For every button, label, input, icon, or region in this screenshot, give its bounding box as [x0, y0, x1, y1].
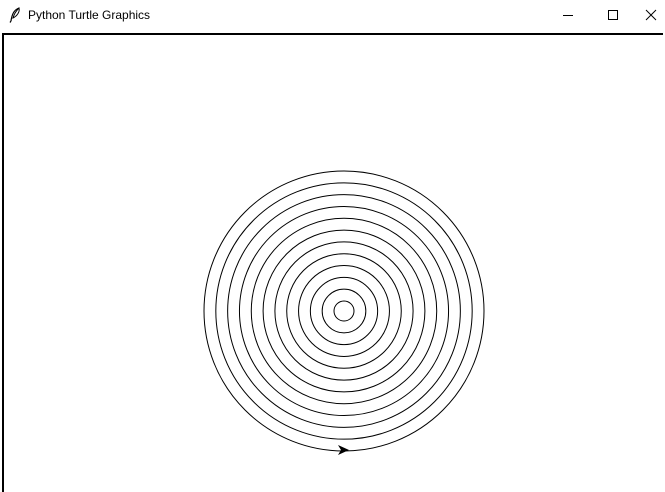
maximize-icon: [608, 10, 618, 20]
circle-ring: [262, 229, 426, 393]
circle-ring: [215, 182, 473, 440]
circle-ring: [274, 241, 414, 381]
circle-ring: [227, 194, 461, 428]
circle-ring: [203, 170, 485, 452]
circle-ring: [250, 217, 438, 405]
title-bar[interactable]: Python Turtle Graphics: [0, 0, 665, 31]
circle-ring: [321, 288, 367, 334]
feather-icon: [8, 7, 22, 23]
circle-ring: [238, 205, 450, 417]
circle-ring: [286, 253, 402, 369]
close-button[interactable]: [636, 0, 665, 30]
minimize-icon: [563, 15, 573, 16]
window-title: Python Turtle Graphics: [28, 8, 151, 22]
circle-ring: [298, 265, 390, 357]
turtle-cursor: [338, 445, 349, 455]
minimize-button[interactable]: [546, 0, 590, 30]
turtle-canvas[interactable]: [4, 35, 665, 492]
turtle-window: Python Turtle Graphics: [0, 0, 665, 492]
close-icon: [645, 9, 656, 21]
maximize-button[interactable]: [591, 0, 635, 30]
circle-ring: [333, 300, 355, 322]
circle-ring: [309, 276, 379, 346]
spiral-circles: [203, 170, 485, 452]
